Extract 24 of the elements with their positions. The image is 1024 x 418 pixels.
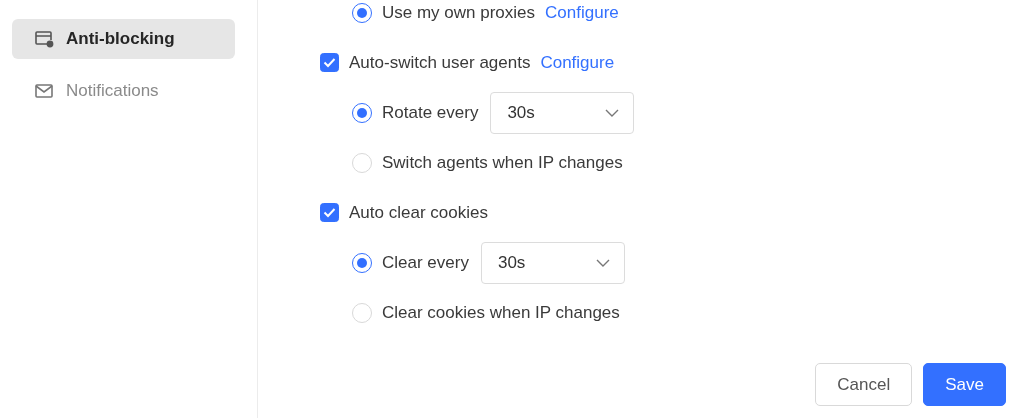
browser-window-icon <box>34 30 54 48</box>
radio-button[interactable] <box>352 2 372 23</box>
cancel-button[interactable]: Cancel <box>815 363 913 406</box>
sidebar-item[interactable]: Anti-blocking <box>12 19 235 59</box>
checkbox[interactable] <box>320 203 339 222</box>
radio-label: Rotate every <box>382 102 479 123</box>
radio-label: Switch agents when IP changes <box>382 152 623 173</box>
checkbox-label: Auto-switch user agents <box>349 52 531 73</box>
checkbox[interactable] <box>320 53 339 72</box>
interval-select[interactable]: 30s <box>480 241 625 284</box>
configure-link[interactable]: Configure <box>545 2 619 23</box>
checkbox-label: Auto clear cookies <box>349 202 488 223</box>
interval-select[interactable]: 30s <box>490 91 635 134</box>
sidebar-item[interactable]: Notifications <box>12 71 235 111</box>
save-button[interactable]: Save <box>923 363 1006 406</box>
configure-link[interactable]: Configure <box>540 52 615 73</box>
radio-label: Use my own proxies <box>382 2 536 23</box>
mail-icon <box>34 83 54 99</box>
chevron-down-icon <box>595 258 610 267</box>
radio-label: Clear cookies when IP changes <box>382 302 620 323</box>
radio-label: Clear every <box>382 252 469 273</box>
radio-button[interactable] <box>352 252 372 273</box>
chevron-down-icon <box>605 108 620 117</box>
radio-button[interactable] <box>352 102 372 123</box>
